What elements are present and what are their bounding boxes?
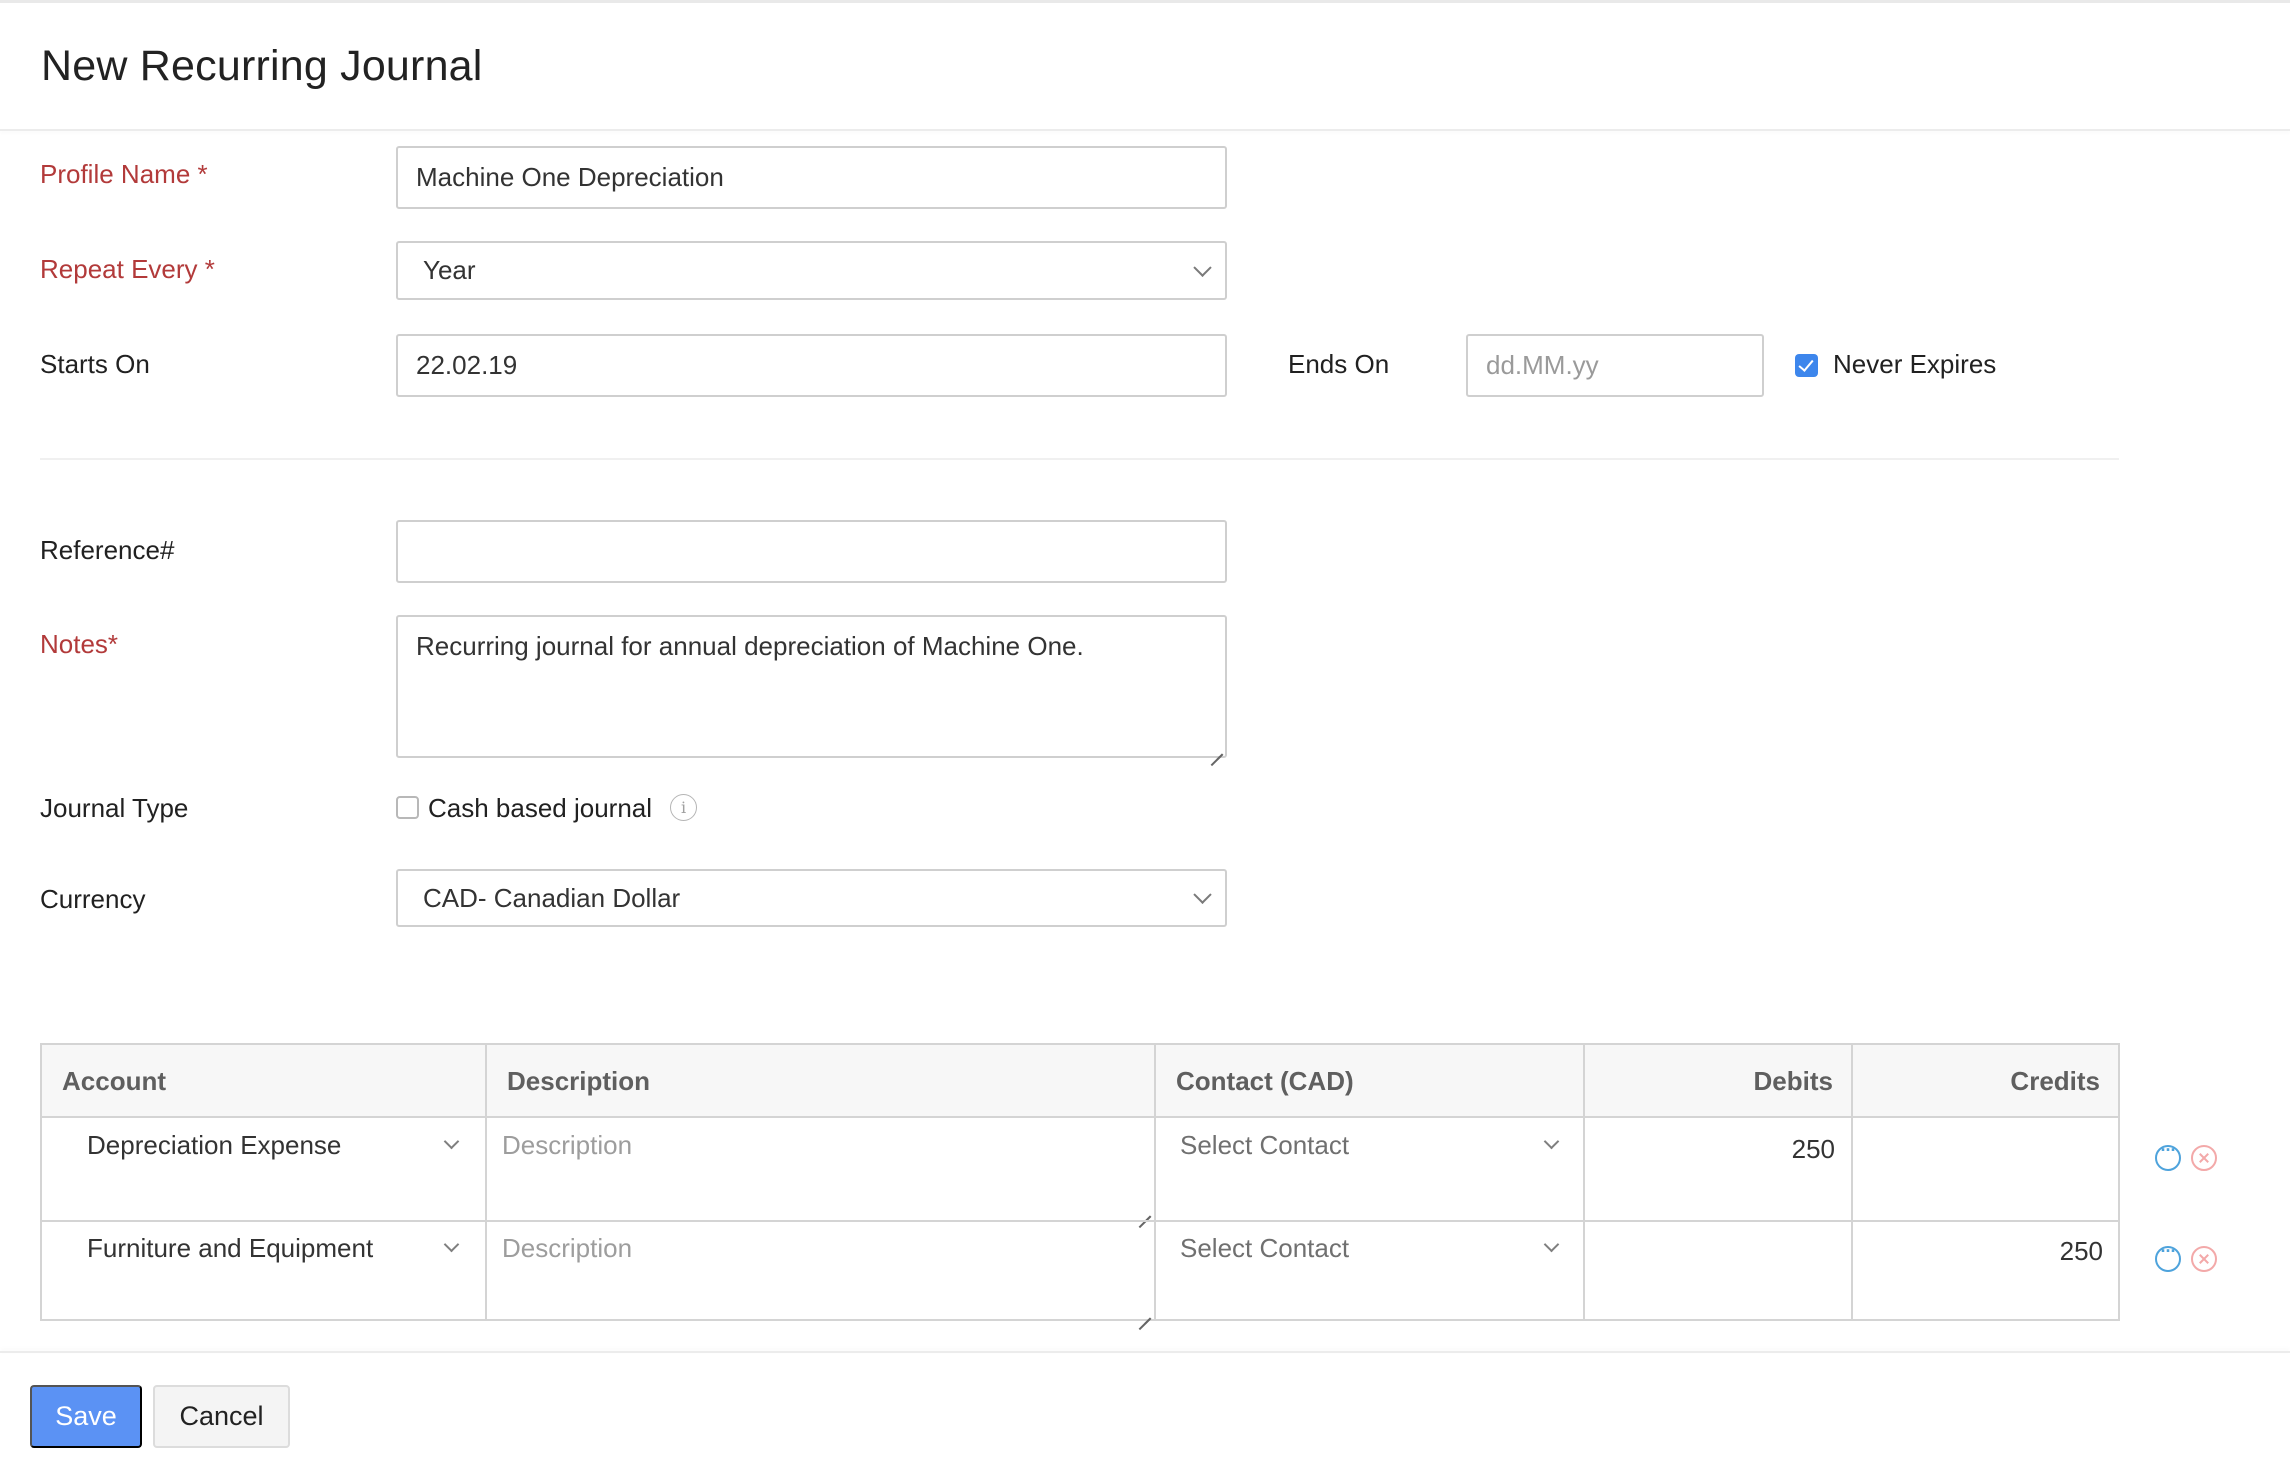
cash-based-journal-checkbox[interactable] [396, 796, 419, 819]
cash-based-journal-label[interactable]: Cash based journal [428, 793, 652, 824]
credit-input[interactable]: 250 [1853, 1236, 2103, 1267]
more-options-icon[interactable] [2155, 1140, 2181, 1171]
profile-name-label: Profile Name * [40, 159, 208, 189]
never-expires-label[interactable]: Never Expires [1833, 349, 1996, 380]
chevron-down-icon [1193, 885, 1212, 904]
currency-select[interactable]: CAD- Canadian Dollar [396, 869, 1227, 927]
contact-select[interactable]: Select Contact [1180, 1233, 1349, 1264]
profile-name-value: Machine One Depreciation [416, 162, 724, 192]
column-header-description: Description [507, 1066, 651, 1096]
footer-separator [0, 1351, 2290, 1353]
column-header-account: Account [62, 1066, 166, 1096]
table-header: Account Description Contact (CAD) Debits… [42, 1045, 2118, 1118]
description-input[interactable]: Description [502, 1130, 632, 1161]
repeat-every-select[interactable]: Year [396, 241, 1227, 300]
save-button[interactable]: Save [30, 1385, 142, 1448]
chevron-down-icon[interactable] [443, 1236, 460, 1253]
repeat-every-value: Year [423, 255, 476, 285]
more-options-icon[interactable] [2155, 1241, 2181, 1272]
ends-on-input[interactable]: dd.MM.yy [1466, 334, 1764, 397]
currency-value: CAD- Canadian Dollar [423, 882, 681, 913]
reference-input[interactable] [396, 520, 1227, 583]
section-divider [40, 458, 2119, 460]
column-header-debits: Debits [1753, 1066, 1833, 1096]
contact-select[interactable]: Select Contact [1180, 1130, 1349, 1161]
resize-handle-icon[interactable] [1209, 740, 1223, 754]
header-separator [0, 129, 2290, 131]
chevron-down-icon[interactable] [1543, 1236, 1560, 1253]
chevron-down-icon [1193, 258, 1212, 277]
chevron-down-icon[interactable] [1543, 1133, 1560, 1150]
top-border [0, 0, 2290, 3]
chevron-down-icon[interactable] [443, 1133, 460, 1150]
repeat-every-label: Repeat Every * [40, 254, 215, 284]
journal-type-label: Journal Type [40, 793, 189, 823]
info-icon[interactable]: i [670, 794, 697, 821]
table-row: Furniture and Equipment Description Sele… [42, 1222, 2118, 1321]
resize-handle-icon[interactable] [1137, 1304, 1151, 1318]
remove-row-icon[interactable] [2191, 1145, 2217, 1171]
account-select[interactable]: Furniture and Equipment [87, 1233, 373, 1264]
ends-on-placeholder: dd.MM.yy [1486, 350, 1599, 380]
debit-input[interactable]: 250 [1585, 1134, 1835, 1165]
remove-row-icon[interactable] [2191, 1246, 2217, 1272]
column-header-credits: Credits [2010, 1066, 2100, 1096]
column-header-contact: Contact (CAD) [1176, 1066, 1354, 1096]
starts-on-value: 22.02.19 [416, 350, 518, 380]
notes-label: Notes* [40, 629, 119, 659]
table-row: Depreciation Expense Description Select … [42, 1118, 2118, 1220]
page-title: New Recurring Journal [41, 42, 483, 90]
ends-on-label: Ends On [1288, 349, 1390, 379]
currency-label: Currency [40, 884, 146, 914]
description-input[interactable]: Description [502, 1233, 632, 1264]
reference-label: Reference# [40, 535, 175, 565]
starts-on-label: Starts On [40, 349, 150, 379]
notes-textarea[interactable]: Recurring journal for annual depreciatio… [396, 615, 1227, 758]
account-select[interactable]: Depreciation Expense [87, 1130, 341, 1161]
resize-handle-icon[interactable] [1137, 1202, 1151, 1216]
notes-value: Recurring journal for annual depreciatio… [416, 631, 1084, 661]
journal-entries-table: Account Description Contact (CAD) Debits… [40, 1043, 2120, 1321]
never-expires-checkbox[interactable] [1795, 354, 1818, 377]
starts-on-input[interactable]: 22.02.19 [396, 334, 1227, 397]
cancel-button[interactable]: Cancel [153, 1385, 290, 1448]
profile-name-input[interactable]: Machine One Depreciation [396, 146, 1227, 209]
